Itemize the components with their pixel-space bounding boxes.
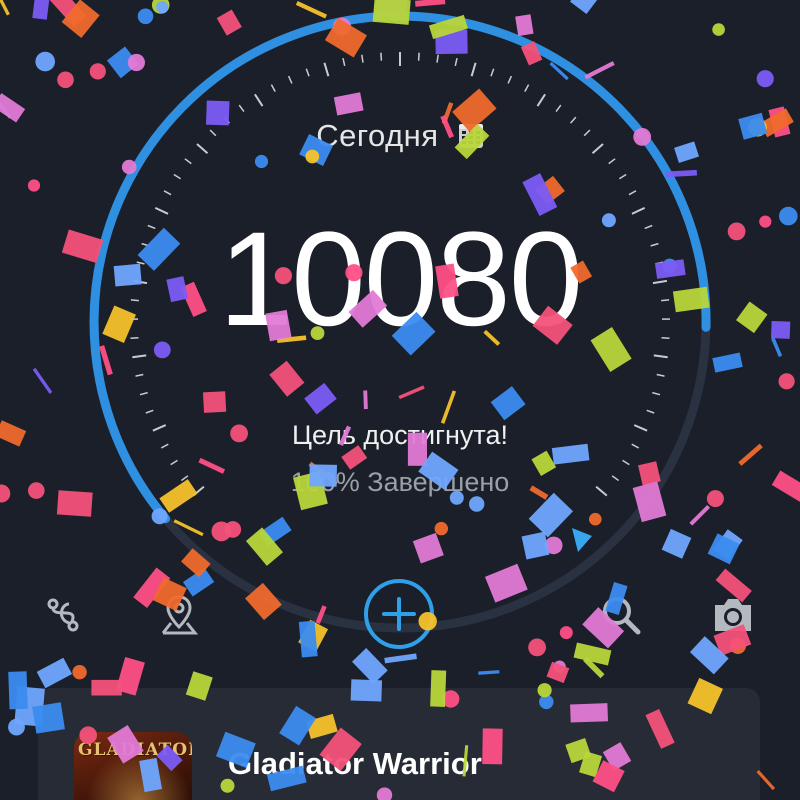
add-button[interactable] (362, 577, 436, 651)
gauge-tick (555, 104, 562, 113)
gauge-tick (656, 373, 665, 377)
gauge-tick (238, 104, 245, 113)
gauge-tick (342, 57, 346, 67)
search-icon (603, 597, 641, 635)
gauge-tick (380, 52, 383, 61)
camera-button[interactable] (708, 590, 758, 640)
gauge-tick (417, 52, 420, 61)
gauge-tick (139, 391, 148, 396)
game-icon-logo: GLADIATOR (78, 740, 192, 760)
gauge-tick (490, 68, 495, 77)
map-button[interactable] (154, 590, 204, 640)
gauge-tick (132, 354, 147, 359)
game-app-icon[interactable]: GLADIATOR (74, 732, 192, 800)
date-header[interactable]: Сегодня (0, 118, 800, 154)
completion-percent: 100% Завершено (290, 467, 510, 497)
gauge-tick (653, 354, 668, 359)
gauge-tick (628, 190, 637, 196)
map-pin-icon (161, 595, 199, 635)
gauge-tick (170, 459, 178, 466)
gauge-tick (652, 391, 661, 396)
route-icon (47, 598, 79, 632)
gauge-tick (163, 190, 172, 196)
step-counter-screen: Сегодня 10080 Цель достигнута! 100% Заве… (0, 0, 800, 800)
ad-card[interactable]: GLADIATOR Gladiator Warrior (38, 688, 760, 800)
date-label: Сегодня (316, 118, 439, 153)
gauge-tick (135, 373, 144, 377)
step-count: 10080 (218, 205, 584, 354)
gauge-tick (287, 75, 293, 84)
gauge-tick (536, 93, 546, 107)
gauge-tick (145, 409, 154, 414)
gauge-tick (507, 75, 513, 84)
gauge-tick (622, 459, 630, 466)
route-button[interactable] (38, 590, 88, 640)
gauge-tick (454, 57, 458, 67)
game-title[interactable]: Gladiator Warrior (228, 746, 482, 782)
gauge-tick (323, 62, 330, 77)
gauge-tick (608, 158, 616, 165)
gauge-tick (524, 84, 530, 92)
gauge-pointer (572, 528, 592, 552)
gauge-tick (436, 54, 439, 63)
gauge-tick (254, 93, 264, 107)
gauge-tick (470, 62, 477, 77)
gauge-tick (361, 54, 364, 63)
goal-status: Цель достигнута! (292, 420, 508, 450)
plus-icon (382, 597, 416, 631)
gauge-tick (173, 173, 182, 180)
camera-icon (715, 599, 751, 631)
gauge-tick (305, 68, 310, 77)
gauge-tick (184, 158, 192, 165)
gauge-tick (270, 84, 276, 92)
gauge-tick (646, 409, 655, 414)
calendar-icon (458, 124, 483, 148)
search-button[interactable] (596, 590, 646, 640)
gauge-tick (618, 173, 627, 180)
